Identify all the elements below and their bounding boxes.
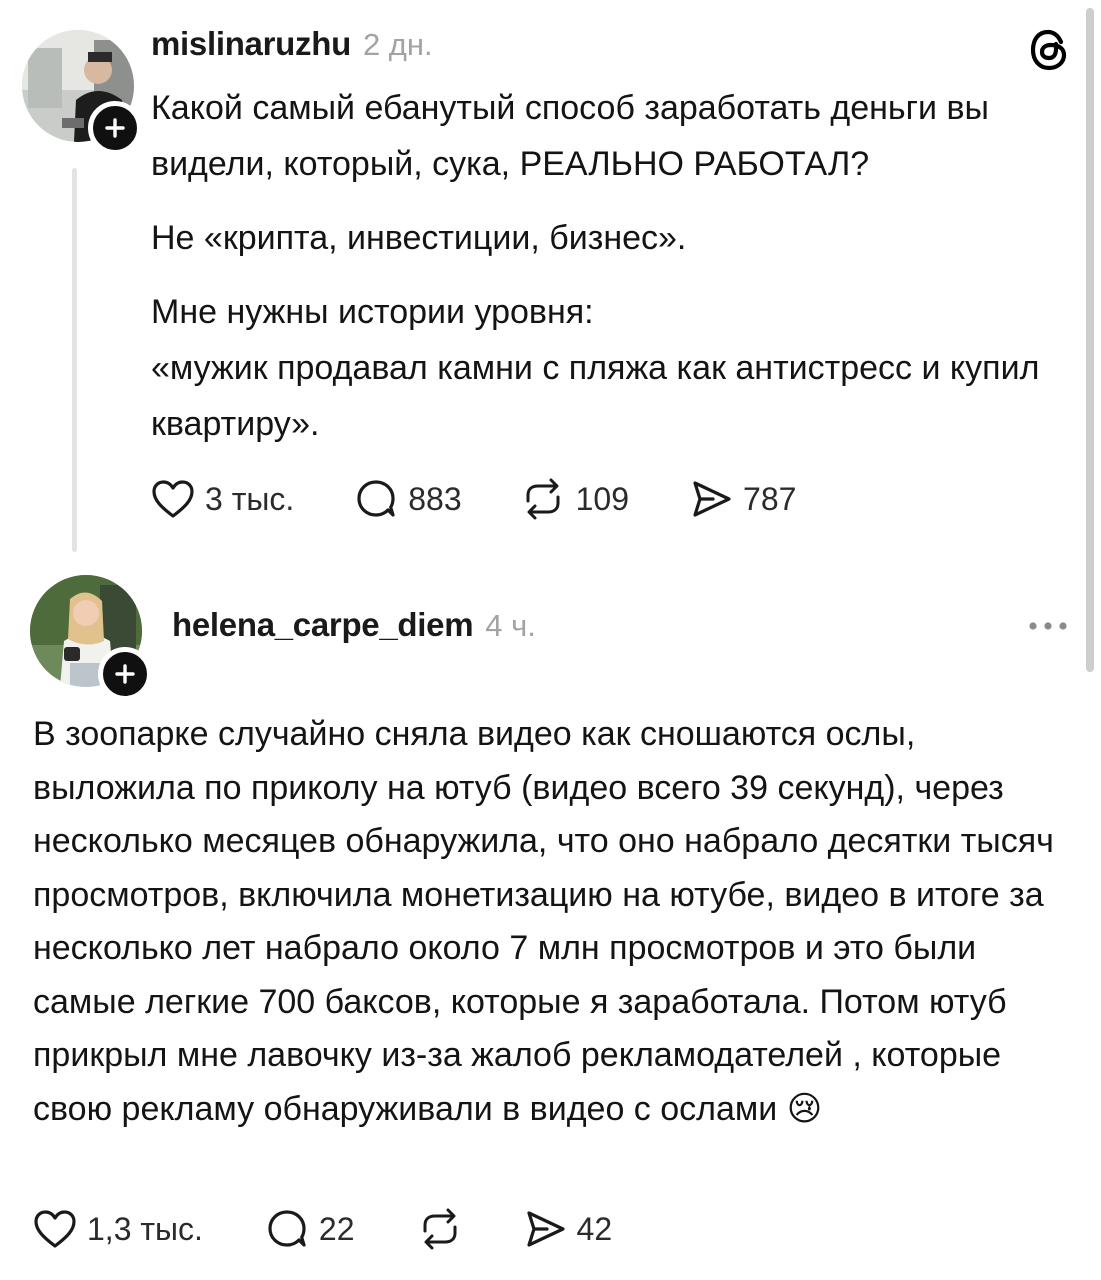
- post-body: Какой самый ебанутый способ заработать д…: [151, 80, 1071, 452]
- comment-bubble-icon: [357, 480, 395, 517]
- reply-time: 4 ч.: [485, 608, 536, 643]
- follow-button[interactable]: [98, 647, 152, 701]
- thread-line: [72, 168, 77, 552]
- reply-text: В зоопарке случайно сняла видео как снош…: [33, 715, 1054, 1128]
- post-time: 2 дн.: [362, 27, 433, 62]
- comment-bubble-icon: [268, 1210, 306, 1247]
- post-paragraph: «мужик продавал камни с пляжа как антист…: [151, 349, 1040, 443]
- reply-username[interactable]: helena_carpe_diem: [172, 606, 474, 644]
- threads-logo-icon[interactable]: [1028, 29, 1070, 76]
- repost-count: 109: [575, 480, 630, 517]
- like-count: 1,3 тыс.: [87, 1210, 203, 1247]
- comment-button[interactable]: 883: [354, 477, 462, 521]
- post-actions: 3 тыс. 883 109 787: [151, 476, 796, 522]
- like-button[interactable]: 3 тыс.: [151, 479, 294, 519]
- comment-count: 883: [408, 480, 462, 517]
- crying-face-emoji: 😢: [786, 1088, 823, 1129]
- reply-header: helena_carpe_diem 4 ч.: [172, 606, 536, 652]
- post-paragraph: Не «крипта, инвестиции, бизнес».: [151, 219, 687, 257]
- plus-icon: [105, 118, 125, 138]
- repost-button[interactable]: 109: [520, 477, 629, 521]
- post-paragraph: Мне нужны истории уровня:: [151, 293, 594, 331]
- share-count: 42: [576, 1210, 613, 1247]
- plus-icon: [115, 664, 135, 684]
- share-count: 787: [743, 480, 797, 517]
- scrollbar-thumb[interactable]: [1086, 8, 1094, 672]
- repost-icon: [423, 1208, 457, 1250]
- post-header: mislinaruzhu 2 дн.: [151, 25, 433, 71]
- comment-button[interactable]: 22: [265, 1207, 355, 1251]
- repost-button[interactable]: [417, 1207, 463, 1251]
- comment-count: 22: [318, 1210, 355, 1247]
- send-icon: [526, 1211, 565, 1247]
- reply-body: В зоопарке случайно сняла видео как снош…: [33, 708, 1073, 1136]
- like-button[interactable]: 1,3 тыс.: [33, 1209, 203, 1249]
- reply-actions: 1,3 тыс. 22 42: [33, 1206, 612, 1252]
- share-button[interactable]: 787: [689, 478, 796, 520]
- post-username[interactable]: mislinaruzhu: [151, 25, 351, 63]
- heart-icon: [152, 480, 194, 518]
- share-button[interactable]: 42: [523, 1208, 613, 1250]
- heart-icon: [34, 1210, 76, 1248]
- repost-icon: [526, 478, 560, 520]
- like-count: 3 тыс.: [205, 480, 295, 517]
- follow-button[interactable]: [88, 101, 142, 155]
- post-paragraph: Какой самый ебанутый способ заработать д…: [151, 89, 989, 183]
- more-dots-icon[interactable]: [1026, 616, 1070, 641]
- send-icon: [693, 481, 731, 517]
